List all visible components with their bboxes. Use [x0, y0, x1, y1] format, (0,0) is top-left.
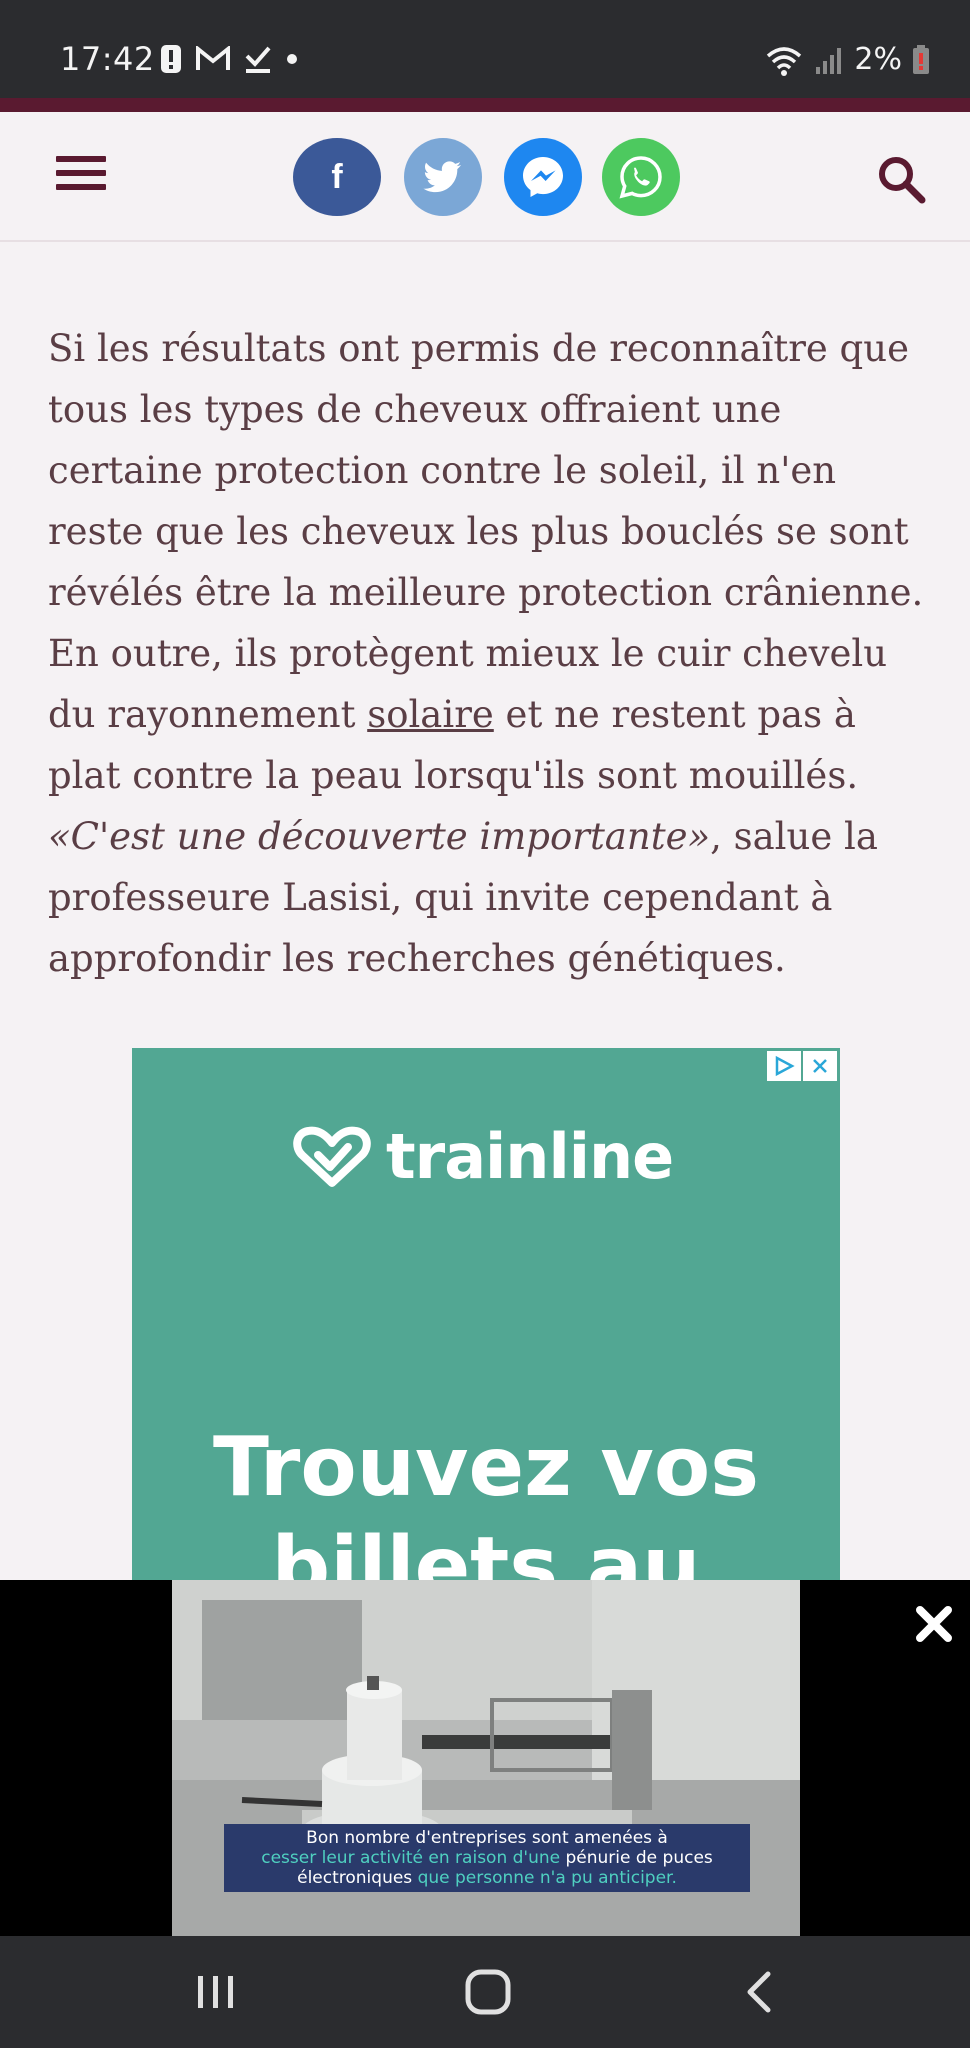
solaire-link[interactable]: solaire: [367, 693, 494, 736]
home-button[interactable]: [458, 1966, 518, 2018]
search-icon[interactable]: [872, 150, 932, 210]
ad-choices: [766, 1050, 838, 1082]
caption-line-2-a: cesser leur activité en raison d'une: [261, 1848, 566, 1868]
messenger-share-button[interactable]: [504, 138, 582, 216]
facebook-icon: f: [331, 157, 343, 196]
status-bar: 17:42 2%: [0, 0, 970, 100]
whatsapp-icon: [619, 156, 662, 199]
ad-brand-name: trainline: [386, 1120, 674, 1193]
caption-line-3-b: que personne n'a pu anticiper.: [417, 1868, 677, 1888]
caption-line-2-b: pénurie de puces: [565, 1848, 713, 1868]
chevron-left-icon: [747, 1971, 771, 2013]
ad-close-icon[interactable]: [802, 1050, 838, 1082]
caption-line-2: cesser leur activité en raison d'une pén…: [228, 1848, 746, 1868]
brand-stripe: [0, 98, 970, 112]
whatsapp-share-button[interactable]: [602, 138, 680, 216]
back-button[interactable]: [730, 1966, 790, 2018]
video-frame[interactable]: Bon nombre d'entreprises sont amenées à …: [172, 1580, 800, 1936]
article-text-1: Si les résultats ont permis de reconnaît…: [48, 327, 924, 736]
battery-icon: [913, 44, 929, 74]
twitter-share-button[interactable]: [404, 138, 482, 216]
gmail-icon: [196, 46, 230, 70]
hamburger-menu-icon[interactable]: [56, 156, 106, 196]
alert-icon: [161, 45, 181, 73]
article-quote: «C'est une découverte importante»: [48, 815, 711, 858]
caption-line-3-a: électroniques: [297, 1868, 418, 1888]
ad-headline: Trouvez vos billets au: [212, 1420, 759, 1580]
article-paragraph: Si les résultats ont permis de reconnaît…: [48, 318, 928, 989]
adchoices-icon[interactable]: [766, 1050, 802, 1082]
dot-icon: [287, 54, 297, 64]
wifi-icon: [767, 46, 802, 76]
messenger-icon: [523, 157, 563, 197]
video-player[interactable]: Bon nombre d'entreprises sont amenées à …: [0, 1580, 970, 1936]
battery-percent: 2%: [854, 42, 902, 77]
recent-apps-icon: [198, 1976, 233, 2008]
notification-icons: [160, 44, 298, 74]
home-icon: [465, 1969, 511, 2015]
site-header: f: [0, 112, 970, 242]
caption-line-1: Bon nombre d'entreprises sont amenées à: [306, 1828, 668, 1848]
facebook-share-button[interactable]: f: [293, 138, 381, 216]
caption-line-3: électroniques que personne n'a pu antici…: [228, 1868, 746, 1888]
ad-brand: trainline: [292, 1120, 674, 1193]
system-icons: 2%: [764, 42, 930, 77]
twitter-bird-icon: [423, 161, 461, 193]
close-icon[interactable]: [912, 1602, 956, 1646]
recent-apps-button[interactable]: [186, 1966, 246, 2018]
check-download-icon: [245, 46, 271, 73]
signal-icon: [816, 47, 842, 74]
clock: 17:42: [60, 40, 155, 78]
system-nav-bar: [0, 1936, 970, 2048]
trainline-advertisement[interactable]: trainline Trouvez vos billets au: [132, 1048, 840, 1580]
trainline-heart-icon: [293, 1126, 371, 1187]
video-caption: Bon nombre d'entreprises sont amenées à …: [224, 1824, 750, 1892]
